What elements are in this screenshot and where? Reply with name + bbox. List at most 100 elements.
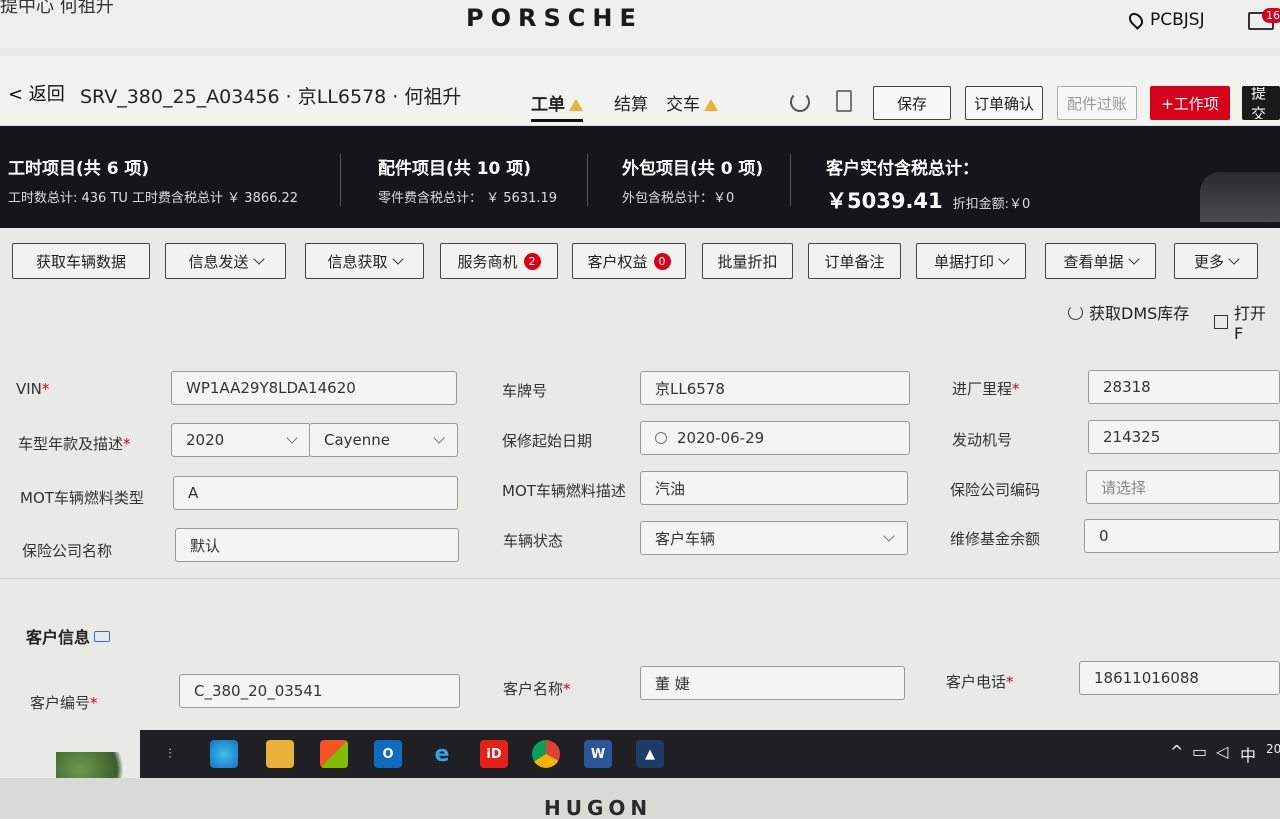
insurance-name-field[interactable]: 默认 [175, 528, 459, 562]
parts-summary: 配件项目(共 10 项) 零件费含税总计： ￥ 5631.19 [378, 154, 557, 206]
repair-fund-label: 维修基金余额 [950, 530, 1041, 548]
tab-work-order[interactable]: 工单 [531, 90, 583, 122]
button-label: 查看单据 [1063, 252, 1124, 271]
clock-icon [655, 432, 667, 444]
info-send-dropdown[interactable]: 信息发送 [165, 243, 286, 279]
repair-fund-field[interactable]: 0 [1084, 519, 1280, 553]
warranty-date-field[interactable]: 2020-06-29 [640, 421, 910, 455]
tray-chevron-icon[interactable]: ^ [1170, 742, 1183, 761]
customer-section-title: 客户信息 [26, 624, 111, 648]
chevron-down-icon [883, 530, 895, 542]
order-header: < 返回 SRV_380_25_A03456 · 京LL6578 · 何祖升 工… [0, 56, 1280, 126]
date-value: 2020-06-29 [677, 429, 765, 447]
plate-field[interactable]: 京LL6578 [640, 371, 910, 405]
word-icon[interactable]: W [584, 740, 612, 768]
model-year-select[interactable]: 2020 [171, 423, 311, 457]
model-select[interactable]: Cayenne [309, 423, 458, 457]
button-label: 获取车辆数据 [35, 252, 126, 271]
customer-payable-amount: ￥5039.41 [826, 189, 943, 213]
get-vehicle-data-button[interactable]: 获取车辆数据 [12, 243, 150, 279]
vehicle-status-label: 车辆状态 [503, 532, 564, 550]
open-link[interactable]: 打开 F [1214, 300, 1280, 343]
divider [340, 154, 341, 206]
vin-label: VIN* [16, 380, 50, 398]
save-button[interactable]: 保存 [873, 86, 951, 120]
get-dms-stock-link[interactable]: 获取DMS库存 [1068, 300, 1189, 324]
link-label: 打开 F [1233, 304, 1266, 343]
view-documents-dropdown[interactable]: 查看单据 [1045, 243, 1156, 279]
store-icon[interactable] [320, 740, 348, 768]
file-explorer-icon[interactable] [266, 740, 294, 768]
network-icon[interactable]: ▭ [1192, 742, 1207, 761]
submit-button[interactable]: 提交 [1242, 86, 1280, 120]
task-view-icon[interactable]: ⫶ [156, 740, 184, 768]
car-image [1200, 172, 1280, 222]
customer-payable-summary: 客户实付含税总计： ￥5039.41 折扣金额:￥0 [826, 154, 1030, 215]
labor-summary: 工时项目(共 6 项) 工时数总计: 436 TU 工时费含税总计 ￥ 3866… [8, 154, 298, 206]
button-label: 信息发送 [188, 252, 249, 271]
tab-delivery[interactable]: 交车 [666, 90, 718, 115]
print-documents-dropdown[interactable]: 单据打印 [916, 243, 1026, 279]
vin-field[interactable]: WP1AA29Y8LDA14620 [171, 371, 457, 405]
tab-settlement[interactable]: 结算 [614, 90, 648, 115]
vehicle-status-select[interactable]: 客户车辆 [640, 521, 908, 555]
order-confirm-button[interactable]: 订单确认 [965, 86, 1043, 120]
mileage-field[interactable]: 28318 [1088, 370, 1280, 404]
ie-browser-icon[interactable]: e [428, 740, 456, 768]
ime-indicator[interactable]: 中 [1240, 742, 1256, 766]
refresh-icon [1068, 304, 1083, 320]
info-get-dropdown[interactable]: 信息获取 [305, 243, 424, 279]
fuel-type-label: MOT车辆燃料类型 [20, 489, 144, 507]
refresh-icon[interactable] [790, 92, 810, 112]
labor-title: 工时项目(共 6 项) [8, 159, 150, 179]
more-dropdown[interactable]: 更多 [1174, 243, 1258, 279]
add-work-item-button[interactable]: +工作项 [1150, 86, 1230, 120]
order-note-button[interactable]: 订单备注 [808, 243, 901, 279]
parts-posting-button[interactable]: 配件过账 [1057, 86, 1137, 120]
warning-icon [569, 99, 583, 111]
divider [587, 154, 588, 206]
clock[interactable]: 20 [1266, 742, 1280, 756]
location-selector[interactable]: PCBJSJ [1126, 10, 1205, 30]
divider [790, 154, 791, 206]
outlook-icon[interactable]: O [374, 740, 402, 768]
engine-field[interactable]: 214325 [1088, 420, 1280, 454]
button-label: 客户权益 [587, 252, 648, 271]
chrome-browser-icon[interactable] [532, 740, 560, 768]
plate-label: 车牌号 [502, 382, 548, 400]
fuel-desc-field[interactable]: 汽油 [640, 471, 908, 505]
app-icon[interactable]: ▲ [636, 740, 664, 768]
customer-phone-label: 客户电话* [946, 673, 1014, 691]
back-button[interactable]: < 返回 [8, 80, 65, 106]
fuel-type-field[interactable]: A [173, 476, 458, 510]
id-app-icon[interactable]: iD [480, 740, 508, 768]
section-divider [0, 578, 1280, 579]
service-opportunity-button[interactable]: 服务商机 2 [440, 243, 558, 279]
customer-phone-field[interactable]: 18611016088 [1079, 661, 1280, 695]
monitor-brand-logo: HUGON [544, 796, 653, 819]
batch-discount-button[interactable]: 批量折扣 [702, 243, 793, 279]
mileage-label: 进厂里程* [952, 380, 1020, 398]
location-pin-icon [1126, 10, 1146, 30]
customer-id-field[interactable]: C_380_20_03541 [179, 674, 460, 708]
breadcrumb: 提中心 何祖升 [0, 0, 114, 17]
totals-summary: 工时项目(共 6 项) 工时数总计: 436 TU 工时费含税总计 ￥ 3866… [0, 126, 1280, 228]
opportunity-count-badge: 2 [523, 252, 541, 270]
insurance-code-select[interactable]: 请选择 [1086, 470, 1280, 504]
id-card-icon[interactable] [94, 630, 111, 642]
insurance-code-label: 保险公司编码 [950, 481, 1041, 499]
edge-browser-icon[interactable] [210, 740, 238, 768]
link-label: 获取DMS库存 [1089, 304, 1190, 323]
customer-rights-button[interactable]: 客户权益 0 [572, 243, 686, 279]
parts-total: 零件费含税总计： ￥ 5631.19 [378, 191, 558, 206]
trash-icon[interactable] [836, 90, 852, 112]
model-label: 车型年款及描述* [18, 435, 131, 453]
chevron-down-icon [252, 253, 265, 265]
button-label: 订单备注 [824, 252, 885, 271]
chevron-down-icon [1228, 253, 1240, 265]
volume-icon[interactable]: ◁ [1216, 742, 1228, 761]
customer-name-field[interactable]: 董 婕 [640, 666, 905, 700]
fuel-desc-label: MOT车辆燃料描述 [502, 482, 626, 500]
porsche-logo: PORSCHE [466, 4, 643, 32]
chevron-down-icon [998, 253, 1010, 265]
